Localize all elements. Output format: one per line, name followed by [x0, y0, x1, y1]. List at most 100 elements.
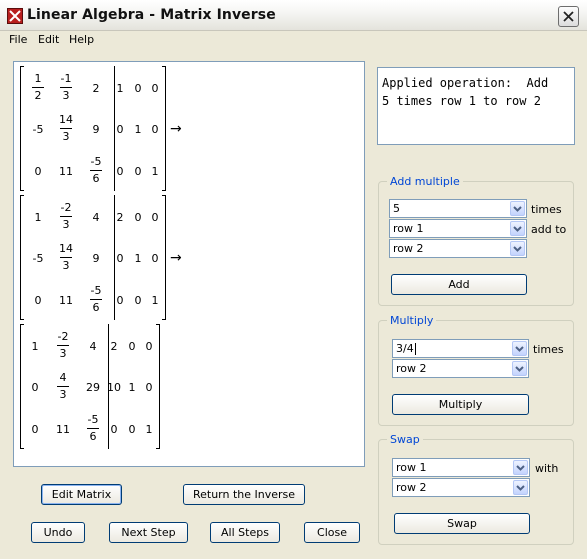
add-source-row-value: row 1 — [393, 222, 424, 235]
matrix-cell: 0 — [34, 165, 42, 178]
swap-with-label: with — [535, 462, 559, 475]
menu-edit[interactable]: Edit — [38, 33, 59, 46]
matrix-cell: 1 — [31, 340, 39, 353]
chevron-down-icon[interactable] — [510, 201, 525, 216]
add-factor-value: 5 — [393, 202, 400, 215]
matrix-cell: 0 — [145, 381, 153, 394]
augmented-matrix: 1 -2 3 4 2 0 0 -5 14 3 9 0 1 0 0 11 -5 6 0 0 1 → — [14, 195, 366, 323]
fraction-bar — [60, 128, 72, 129]
matrix-cell: 2 — [92, 82, 100, 95]
fraction-numerator: -1 — [60, 72, 72, 85]
swap-row-a-combo[interactable]: row 1 — [392, 458, 530, 477]
multiply-factor-combo[interactable]: 3/4 — [392, 339, 529, 358]
fraction-numerator: 14 — [59, 113, 73, 126]
fraction-bar — [87, 428, 99, 429]
close-button[interactable]: Close — [304, 522, 360, 543]
fraction-numerator: -2 — [57, 330, 69, 343]
multiply-title: Multiply — [387, 314, 437, 327]
edit-matrix-button[interactable]: Edit Matrix — [41, 484, 122, 505]
all-steps-button[interactable]: All Steps — [210, 522, 280, 543]
matrix-cell: 14 3 — [54, 113, 78, 144]
matrix-cell: 0 — [151, 123, 159, 136]
fraction-bar — [60, 87, 72, 88]
matrix-cell: -5 6 — [84, 155, 108, 186]
matrix-cell: 1 — [34, 211, 42, 224]
matrix-cell: 11 — [59, 165, 73, 178]
swap-row-b-combo[interactable]: row 2 — [392, 478, 530, 497]
fraction-denominator: 3 — [62, 259, 70, 272]
menu-help[interactable]: Help — [69, 33, 94, 46]
matrix-cell: 4 — [92, 211, 100, 224]
matrix-cell: 0 — [151, 211, 159, 224]
chevron-down-icon[interactable] — [510, 241, 525, 256]
matrix-cell: -5 — [32, 123, 44, 136]
step-arrow: → — [170, 121, 182, 137]
matrix-cell: -5 — [32, 252, 44, 265]
matrix-cell: 11 — [59, 294, 73, 307]
add-to-label: add to — [531, 223, 567, 236]
fraction-bar — [57, 345, 69, 346]
fraction-numerator: 4 — [59, 371, 67, 384]
fraction-denominator: 2 — [34, 89, 42, 102]
fraction-bar — [90, 170, 102, 171]
matrix-cell: 0 — [31, 381, 39, 394]
matrix-display-panel: 1 2 -1 3 2 1 0 0 -5 14 3 9 0 1 0 0 11 -5 6 0 0 1 → 1 -2 3 4 2 0 0 -5 14… — [13, 61, 365, 467]
fraction-numerator: -5 — [90, 284, 102, 297]
window-title: Linear Algebra - Matrix Inverse — [27, 7, 276, 23]
matrix-cell: 1 — [145, 423, 153, 436]
matrix-cell: 1 — [151, 165, 159, 178]
fraction-denominator: 3 — [59, 347, 67, 360]
menu-bar: File Edit Help — [0, 31, 587, 49]
matrix-cell: 43 — [51, 371, 75, 402]
add-times-label: times — [531, 203, 562, 216]
add-source-row-combo[interactable]: row 1 — [389, 219, 527, 238]
multiply-button[interactable]: Multiply — [392, 394, 529, 415]
fraction-numerator: 14 — [59, 242, 73, 255]
chevron-down-icon[interactable] — [513, 480, 528, 495]
add-target-row-combo[interactable]: row 2 — [389, 239, 527, 258]
fraction-bar — [57, 386, 69, 387]
chevron-down-icon[interactable] — [512, 361, 527, 376]
add-factor-combo[interactable]: 5 — [389, 199, 527, 218]
matrix-cell: 0 — [34, 294, 42, 307]
matrix-cell: 0 — [151, 82, 159, 95]
fraction-bar — [90, 299, 102, 300]
return-inverse-button[interactable]: Return the Inverse — [183, 484, 305, 505]
matrix-cell: 9 — [92, 123, 100, 136]
menu-file[interactable]: File — [9, 33, 27, 46]
matrix-cell: -2 3 — [54, 201, 78, 232]
title-bar: Linear Algebra - Matrix Inverse — [0, 0, 587, 31]
swap-row-b-value: row 2 — [396, 481, 427, 494]
chevron-down-icon[interactable] — [512, 341, 527, 356]
swap-button[interactable]: Swap — [394, 513, 530, 534]
swap-row-a-value: row 1 — [396, 461, 427, 474]
fraction-bar — [32, 87, 44, 88]
augmented-matrix: 1 2 -1 3 2 1 0 0 -5 14 3 9 0 1 0 0 11 -5 6 0 0 1 → — [14, 66, 366, 194]
matrix-left-bracket — [20, 66, 24, 191]
fraction-numerator: -2 — [60, 201, 72, 214]
fraction-denominator: 6 — [92, 301, 100, 314]
undo-button[interactable]: Undo — [31, 522, 85, 543]
chevron-down-icon[interactable] — [513, 460, 528, 475]
step-arrow: → — [170, 250, 182, 266]
fraction-denominator: 6 — [92, 172, 100, 185]
window-close-button[interactable] — [558, 6, 579, 27]
multiply-row-combo[interactable]: row 2 — [392, 359, 529, 378]
multiply-factor-value: 3/4 — [396, 342, 416, 355]
fraction-bar — [60, 257, 72, 258]
matrix-cell: 9 — [92, 252, 100, 265]
matrix-cell: 14 3 — [54, 242, 78, 273]
add-multiple-title: Add multiple — [387, 175, 463, 188]
fraction-numerator: -5 — [90, 155, 102, 168]
next-step-button[interactable]: Next Step — [109, 522, 188, 543]
add-target-row-value: row 2 — [393, 242, 424, 255]
operation-text: Applied operation: Add 5 times row 1 to … — [377, 67, 575, 145]
multiply-times-label: times — [533, 343, 564, 356]
matrix-cell: 0 — [151, 252, 159, 265]
chevron-down-icon[interactable] — [510, 221, 525, 236]
fraction-denominator: 3 — [62, 130, 70, 143]
swap-title: Swap — [387, 433, 423, 446]
multiply-row-value: row 2 — [396, 362, 427, 375]
matrix-cell: 12 — [26, 72, 50, 103]
add-button[interactable]: Add — [391, 274, 527, 295]
